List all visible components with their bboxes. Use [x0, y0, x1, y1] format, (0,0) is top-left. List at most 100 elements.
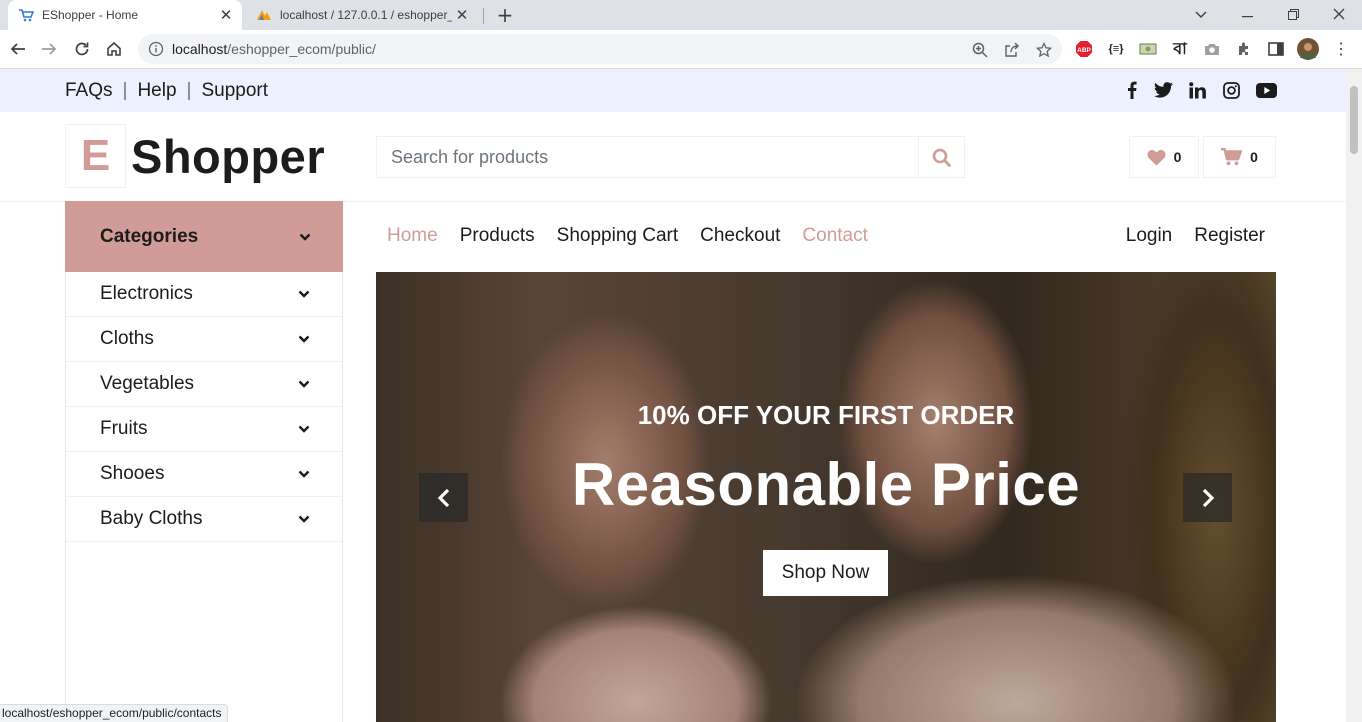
nav-shopping-cart[interactable]: Shopping Cart: [557, 225, 678, 247]
pma-favicon-icon: [256, 7, 272, 23]
register-link[interactable]: Register: [1194, 225, 1265, 247]
help-link[interactable]: Help: [137, 80, 176, 102]
scrollbar-thumb[interactable]: [1350, 86, 1358, 154]
tab-divider: [483, 8, 484, 24]
linkedin-icon[interactable]: [1187, 81, 1207, 99]
close-tab-icon[interactable]: ✕: [216, 6, 236, 24]
category-label: Baby Cloths: [100, 508, 203, 529]
back-button[interactable]: [5, 36, 31, 62]
hero-title: Reasonable Price: [571, 451, 1081, 518]
menu-kebab-icon[interactable]: ⋮: [1332, 40, 1350, 58]
tab-search-button[interactable]: [1178, 0, 1224, 30]
tab-title: localhost / 127.0.0.1 / eshopper_e: [280, 8, 452, 22]
carousel-next-button[interactable]: [1183, 473, 1232, 522]
twitter-icon[interactable]: [1153, 81, 1173, 99]
chevron-down-icon: [298, 425, 310, 433]
category-label: Electronics: [100, 283, 193, 304]
cart-favicon-icon: [18, 7, 34, 23]
search-form: [376, 136, 965, 178]
facebook-icon[interactable]: [1122, 81, 1142, 99]
logo-letter[interactable]: E: [65, 124, 126, 188]
chevron-right-icon: [1202, 488, 1214, 507]
chevron-down-icon: [298, 335, 310, 343]
category-label: Vegetables: [100, 373, 195, 394]
shop-now-button[interactable]: Shop Now: [763, 550, 888, 596]
profile-avatar[interactable]: [1297, 38, 1319, 60]
minimize-button[interactable]: [1224, 0, 1270, 30]
browser-toolbar: localhost/eshopper_ecom/public/ ABP {≡} …: [0, 30, 1362, 69]
close-window-button[interactable]: [1316, 0, 1362, 30]
auth-nav: Login Register: [1104, 225, 1265, 247]
hero-carousel: 10% OFF YOUR FIRST ORDER Reasonable Pric…: [376, 272, 1276, 722]
bookmark-star-icon[interactable]: [1035, 41, 1053, 58]
carousel-prev-button[interactable]: [419, 473, 468, 522]
home-button[interactable]: [101, 36, 127, 62]
instagram-icon[interactable]: [1221, 81, 1241, 99]
category-label: Shooes: [100, 463, 165, 484]
support-link[interactable]: Support: [201, 80, 268, 102]
main-nav: Home Products Shopping Cart Checkout Con…: [387, 225, 890, 247]
puzzle-icon[interactable]: [1235, 40, 1253, 58]
link-separator: |: [186, 80, 192, 101]
nav-products[interactable]: Products: [460, 225, 535, 247]
site-info-icon[interactable]: [148, 41, 164, 57]
chevron-down-icon: [298, 470, 310, 478]
camera-icon[interactable]: [1203, 40, 1221, 58]
sidepanel-icon[interactable]: [1267, 40, 1285, 58]
top-bar: FAQs | Help | Support: [0, 69, 1346, 112]
category-label: Cloths: [100, 328, 154, 349]
url-text: localhost/eshopper_ecom/public/: [172, 41, 376, 57]
chevron-down-icon: [298, 380, 310, 388]
category-baby-cloths[interactable]: Baby Cloths: [66, 497, 342, 542]
bangla-icon[interactable]: বা: [1171, 40, 1189, 58]
forward-button[interactable]: [36, 36, 62, 62]
money-icon[interactable]: [1139, 40, 1157, 58]
nav-home[interactable]: Home: [387, 225, 438, 247]
wishlist-button[interactable]: 0: [1129, 136, 1199, 178]
categories-toggle[interactable]: Categories: [65, 201, 343, 272]
abp-icon[interactable]: ABP: [1075, 40, 1093, 58]
zoom-icon[interactable]: [972, 42, 988, 58]
category-cloths[interactable]: Cloths: [66, 317, 342, 362]
address-bar[interactable]: localhost/eshopper_ecom/public/: [138, 34, 1062, 64]
category-list: Electronics Cloths Vegetables Fruits Sho…: [65, 272, 343, 722]
category-vegetables[interactable]: Vegetables: [66, 362, 342, 407]
login-link[interactable]: Login: [1126, 225, 1173, 247]
json-icon[interactable]: {≡}: [1107, 40, 1125, 58]
wishlist-count: 0: [1173, 149, 1182, 165]
nav-contact[interactable]: Contact: [802, 225, 867, 247]
search-button[interactable]: [918, 137, 964, 177]
chevron-down-icon: [298, 515, 310, 523]
reload-button[interactable]: [69, 36, 95, 62]
link-separator: |: [122, 80, 128, 101]
faqs-link[interactable]: FAQs: [65, 80, 113, 102]
share-icon[interactable]: [1004, 42, 1020, 58]
category-electronics[interactable]: Electronics: [66, 272, 342, 317]
cart-count: 0: [1250, 149, 1258, 165]
youtube-icon[interactable]: [1255, 81, 1277, 99]
cart-icon: [1221, 148, 1243, 166]
tab-eshopper[interactable]: EShopper - Home ✕: [8, 0, 242, 30]
search-input[interactable]: [377, 137, 918, 177]
nav-checkout[interactable]: Checkout: [700, 225, 780, 247]
new-tab-button[interactable]: +: [494, 3, 516, 27]
page-scrollbar[interactable]: [1346, 69, 1362, 722]
search-icon: [932, 148, 951, 167]
chevron-left-icon: [437, 488, 449, 507]
browser-tab-bar: EShopper - Home ✕ localhost / 127.0.0.1 …: [0, 0, 1362, 30]
category-fruits[interactable]: Fruits: [66, 407, 342, 452]
restore-button[interactable]: [1270, 0, 1316, 30]
svg-text:ABP: ABP: [1077, 47, 1091, 54]
cart-button[interactable]: 0: [1203, 136, 1276, 178]
tab-title: EShopper - Home: [42, 8, 139, 22]
status-bar-url: localhost/eshopper_ecom/public/contacts: [0, 704, 229, 722]
category-shooes[interactable]: Shooes: [66, 452, 342, 497]
tab-phpmyadmin[interactable]: localhost / 127.0.0.1 / eshopper_e ✕: [246, 0, 478, 30]
categories-title: Categories: [100, 225, 199, 247]
hero-subtitle: 10% OFF YOUR FIRST ORDER: [637, 400, 1015, 430]
chevron-down-icon: [298, 290, 310, 298]
logo-text[interactable]: Shopper: [131, 129, 325, 184]
category-label: Fruits: [100, 418, 148, 439]
chevron-down-icon: [299, 233, 311, 241]
close-tab-icon[interactable]: ✕: [452, 6, 472, 24]
